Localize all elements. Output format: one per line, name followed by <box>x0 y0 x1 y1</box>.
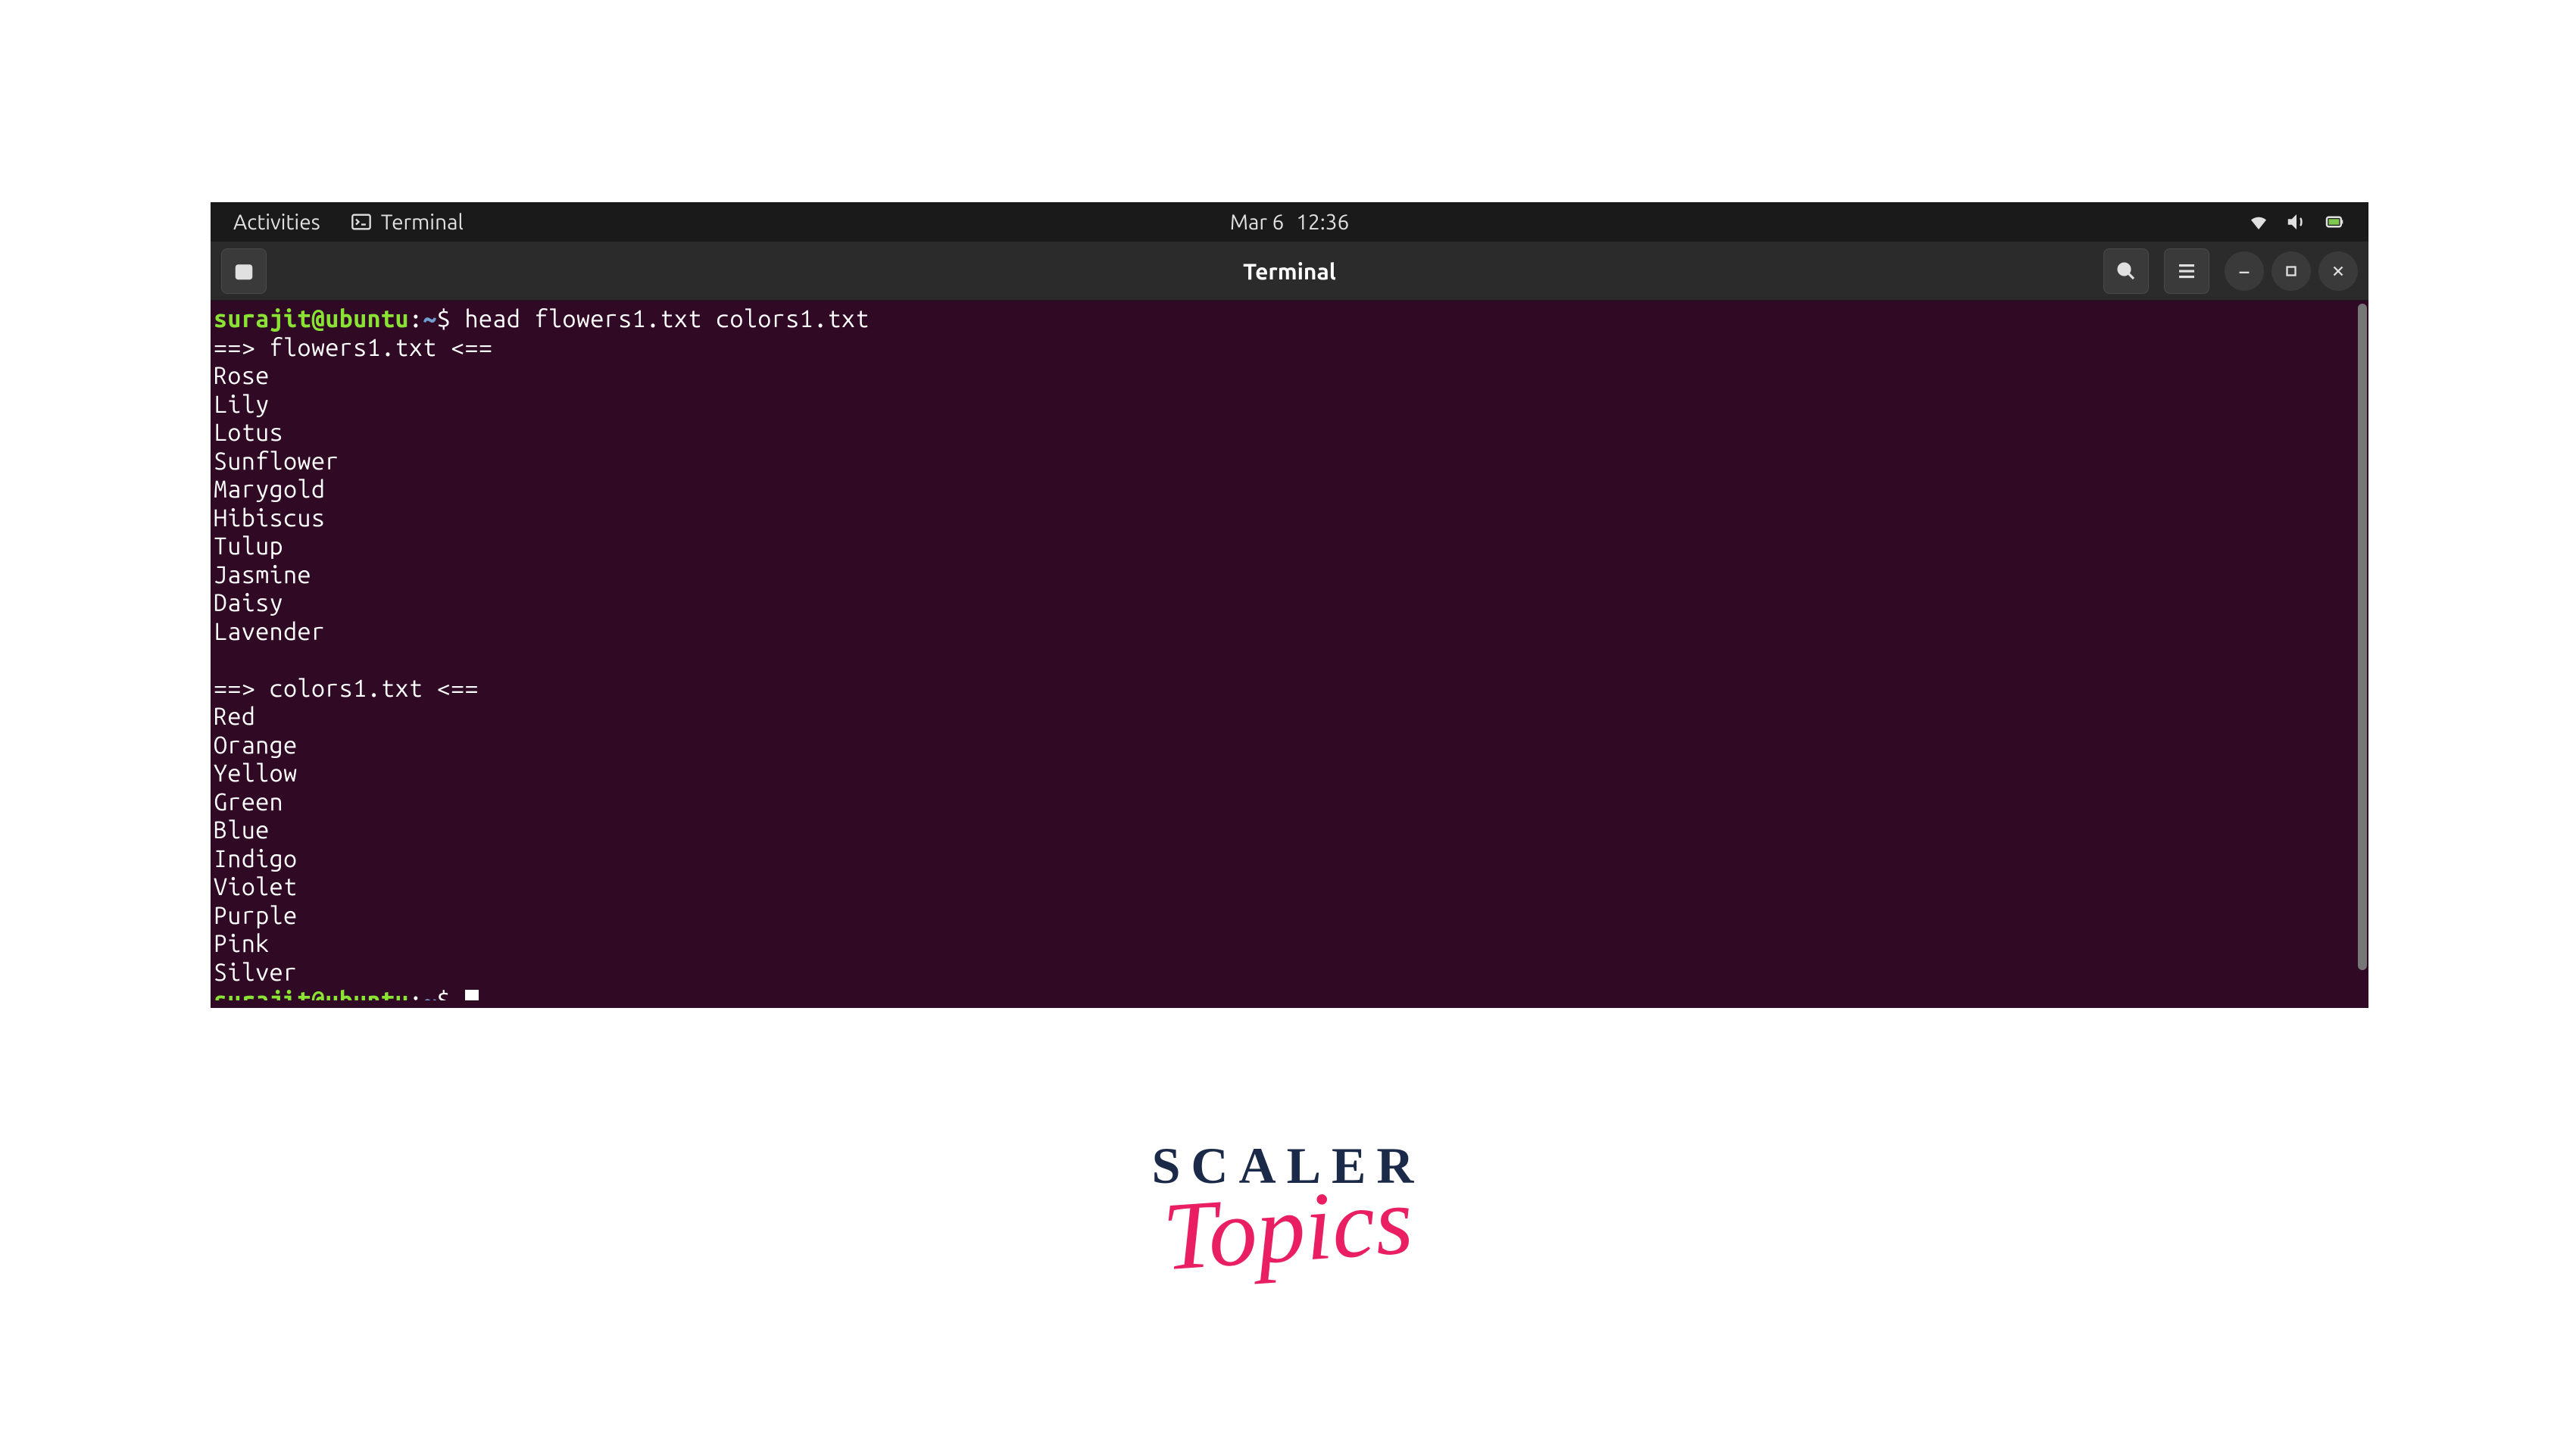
output-line <box>214 646 2353 675</box>
battery-icon <box>2323 211 2346 233</box>
app-menu-button[interactable]: Terminal <box>351 211 464 234</box>
output-line: Lotus <box>214 419 2353 448</box>
output-line: Silver <box>214 959 2353 988</box>
output-line: Sunflower <box>214 448 2353 476</box>
output-line: Pink <box>214 930 2353 959</box>
terminal-text-area[interactable]: surajit@ubuntu:~$ head flowers1.txt colo… <box>211 301 2356 1008</box>
minimize-button[interactable] <box>2225 251 2264 291</box>
gnome-top-bar: Activities Terminal Mar 6 12:36 <box>211 202 2368 242</box>
clock-area[interactable]: Mar 6 12:36 <box>1230 211 1350 234</box>
prompt-line: surajit@ubuntu:~$ head flowers1.txt colo… <box>214 305 2353 334</box>
hamburger-icon <box>2175 260 2198 282</box>
output-line: Yellow <box>214 760 2353 788</box>
output-line: Green <box>214 788 2353 817</box>
watermark-line2: Topics <box>1147 1164 1427 1294</box>
output-line: Orange <box>214 732 2353 760</box>
terminal-cursor <box>465 990 479 1000</box>
activities-button[interactable]: Activities <box>233 211 320 234</box>
output-line: Tulup <box>214 532 2353 561</box>
clock-time: 12:36 <box>1296 211 1349 234</box>
output-line: Jasmine <box>214 561 2353 590</box>
app-menu-label: Terminal <box>381 211 464 234</box>
output-line: ==> colors1.txt <== <box>214 675 2353 704</box>
output-line: ==> flowers1.txt <== <box>214 334 2353 363</box>
command-text: head flowers1.txt colors1.txt <box>465 305 870 332</box>
output-line: Marygold <box>214 476 2353 504</box>
close-button[interactable] <box>2318 251 2358 291</box>
output-line: Daisy <box>214 589 2353 618</box>
new-tab-button[interactable] <box>221 248 267 294</box>
output-line: Rose <box>214 362 2353 391</box>
close-icon <box>2330 263 2347 279</box>
maximize-icon <box>2283 263 2300 279</box>
prompt-user-host: surajit@ubuntu <box>214 305 409 332</box>
next-prompt-user-host: surajit@ubuntu <box>214 987 409 1000</box>
clock-date: Mar 6 <box>1230 211 1285 234</box>
output-line: Purple <box>214 902 2353 931</box>
scrollbar-track[interactable] <box>2356 301 2368 1008</box>
terminal-body[interactable]: surajit@ubuntu:~$ head flowers1.txt colo… <box>211 301 2368 1008</box>
output-line: Indigo <box>214 845 2353 874</box>
output-line: Lily <box>214 391 2353 420</box>
top-bar-left-group: Activities Terminal <box>233 211 464 234</box>
window-title: Terminal <box>1243 258 1336 284</box>
search-icon <box>2115 260 2137 282</box>
scaler-topics-watermark: SCALER Topics <box>1152 1136 1425 1292</box>
terminal-header-bar: Terminal <box>211 242 2368 301</box>
output-line: Hibiscus <box>214 504 2353 533</box>
maximize-button[interactable] <box>2272 251 2311 291</box>
prompt-path: ~ <box>423 305 436 332</box>
ubuntu-desktop-screenshot: Activities Terminal Mar 6 12:36 <box>211 202 2368 1008</box>
output-line: Blue <box>214 816 2353 845</box>
new-tab-icon <box>233 260 255 282</box>
terminal-app-icon <box>351 211 372 232</box>
system-status-area[interactable] <box>2247 211 2346 233</box>
command-output: ==> flowers1.txt <==RoseLilyLotusSunflow… <box>214 334 2353 988</box>
scrollbar-thumb[interactable] <box>2358 304 2367 970</box>
output-line: Violet <box>214 873 2353 902</box>
header-right-group <box>2103 248 2358 294</box>
next-prompt-path: ~ <box>423 987 436 1000</box>
minimize-icon <box>2236 263 2253 279</box>
search-button[interactable] <box>2103 248 2149 294</box>
hamburger-menu-button[interactable] <box>2164 248 2209 294</box>
volume-icon <box>2285 211 2308 233</box>
wifi-icon <box>2247 211 2270 233</box>
output-line: Lavender <box>214 618 2353 647</box>
next-prompt-line: surajit@ubuntu:~$ <box>214 987 2353 1000</box>
output-line: Red <box>214 703 2353 732</box>
